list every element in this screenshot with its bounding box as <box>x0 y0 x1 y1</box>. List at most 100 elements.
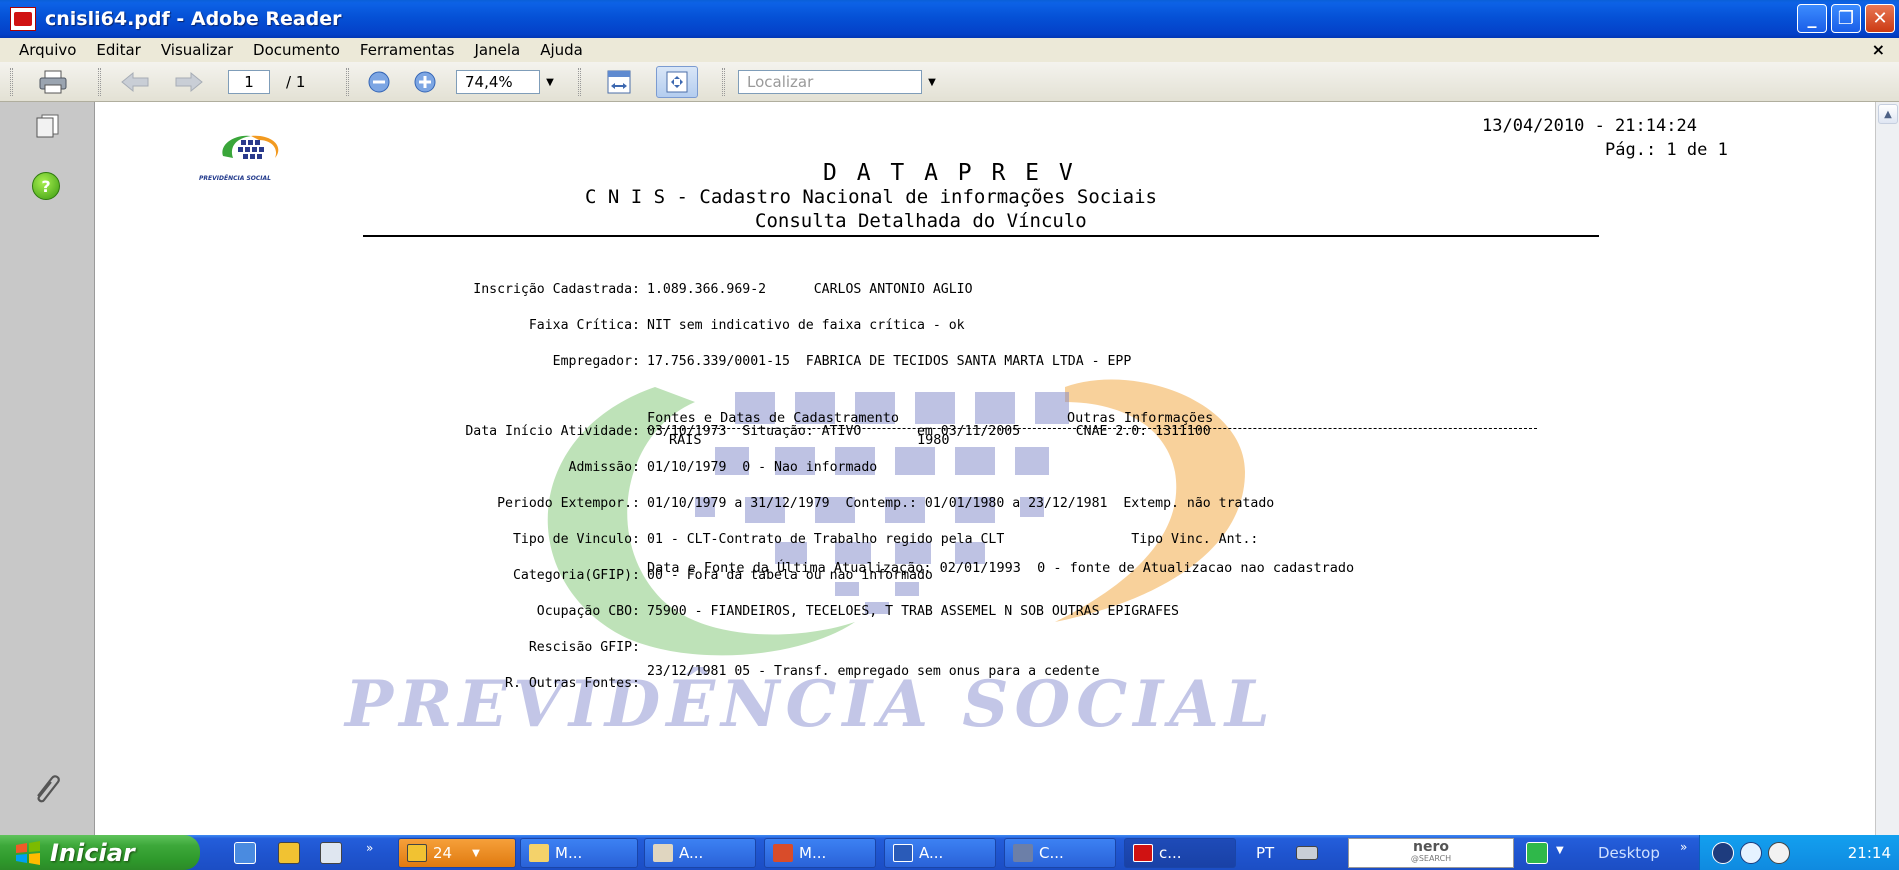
next-page-button[interactable] <box>172 68 206 96</box>
toolbar-grip[interactable] <box>722 68 725 96</box>
menu-editar[interactable]: Editar <box>96 41 140 59</box>
chevron-up-icon: ▲ <box>1884 108 1892 120</box>
field-label: Categoria(GFIP): <box>512 568 640 583</box>
vertical-scrollbar[interactable]: ▲ <box>1875 102 1899 835</box>
chevron-down-icon[interactable]: ▼ <box>1556 845 1564 856</box>
chevron-right-icon[interactable]: » <box>366 841 373 855</box>
search-input[interactable]: Localizar <box>738 70 922 94</box>
pages-panel-button[interactable] <box>34 114 60 138</box>
source-year: 1980 <box>917 432 950 448</box>
printer-icon <box>39 70 67 94</box>
zoom-dropdown-button[interactable]: ▼ <box>540 68 560 96</box>
minimize-button[interactable]: _ <box>1797 4 1827 33</box>
title-rule <box>363 235 1599 237</box>
field-label: Tipo de Vinculo: <box>512 532 640 547</box>
toolbar-grip[interactable] <box>578 68 581 96</box>
field-label: Ocupação CBO: <box>536 604 640 619</box>
source-name: RAIS <box>669 432 702 448</box>
quicklaunch-media-icon[interactable] <box>278 842 300 864</box>
previous-page-button[interactable] <box>118 68 152 96</box>
task-label: 24 <box>433 844 453 862</box>
chevron-right-icon[interactable]: » <box>1680 840 1687 854</box>
task-adobe-reader[interactable]: c... <box>1124 838 1236 868</box>
document-subtitle: Consulta Detalhada do Vínculo <box>755 210 1087 232</box>
task-app-a[interactable]: A... <box>644 838 756 868</box>
field-value: 01/10/1979 0 - Nao informado <box>647 460 878 475</box>
close-button[interactable]: ✕ <box>1865 4 1895 33</box>
menu-janela[interactable]: Janela <box>474 41 520 59</box>
go-arrow-icon[interactable] <box>1526 842 1548 864</box>
quicklaunch-ie-icon[interactable] <box>234 842 256 864</box>
arrow-right-icon <box>175 71 203 93</box>
task-label: c... <box>1159 844 1182 862</box>
menu-arquivo[interactable]: Arquivo <box>19 41 76 59</box>
toolbar-grip[interactable] <box>10 68 13 96</box>
keyboard-icon[interactable] <box>1296 846 1318 860</box>
document-view[interactable]: PREVIDÊNCIA SOCIAL PREVIDÊNCIA SOCIAL 13… <box>95 102 1875 835</box>
fit-page-button[interactable] <box>656 66 698 98</box>
logo-caption: PREVIDÊNCIA SOCIAL <box>199 175 271 182</box>
field-labels: Inscrição Cadastrada: Faixa Crítica: Emp… <box>95 260 640 714</box>
document-org: D A T A P R E V <box>823 160 1076 186</box>
start-button[interactable]: Iniciar <box>0 835 200 870</box>
task-label: A... <box>919 844 944 862</box>
toolbar: 1 / 1 74,4% ▼ Localizar ▼ <box>0 62 1899 102</box>
sources-rule <box>647 428 1537 429</box>
task-label: C... <box>1039 844 1064 862</box>
nero-search-box[interactable]: nero @SEARCH <box>1348 838 1514 868</box>
chevron-down-icon: ▼ <box>546 76 554 88</box>
restore-button[interactable]: ❐ <box>1831 4 1861 33</box>
print-button[interactable] <box>36 68 70 96</box>
field-values: 1.089.366.969-2 CARLOS ANTONIO AGLIO NIT… <box>647 260 1274 702</box>
field-label: Faixa Crítica: <box>528 318 640 333</box>
title-bar: cnisli64.pdf - Adobe Reader _ ❐ ✕ <box>0 0 1899 38</box>
toolbar-grip[interactable] <box>346 68 349 96</box>
task-app-c[interactable]: C... <box>1004 838 1116 868</box>
system-tray: 21:14 <box>1699 835 1899 870</box>
document-page: Pág.: 1 de 1 <box>1605 140 1728 160</box>
menu-documento[interactable]: Documento <box>253 41 340 59</box>
task-folder[interactable]: M... <box>520 838 638 868</box>
field-value: 1.089.366.969-2 CARLOS ANTONIO AGLIO <box>647 282 973 297</box>
tray-mouse-icon[interactable] <box>1768 842 1790 864</box>
fit-width-icon <box>607 70 631 94</box>
last-update: Data e Fonte da Última Atualização: 02/0… <box>647 560 1355 576</box>
windows-flag-icon <box>16 840 40 865</box>
task-group-24[interactable]: 24 ▼ <box>398 838 516 868</box>
task-label: M... <box>555 844 583 862</box>
search-dropdown-button[interactable]: ▼ <box>922 68 942 96</box>
close-document-button[interactable]: × <box>1872 40 1885 59</box>
other-info-header: Outras Informações <box>1067 410 1214 426</box>
language-indicator[interactable]: PT <box>1256 844 1274 862</box>
chevron-down-icon: ▼ <box>472 847 480 859</box>
task-word[interactable]: A... <box>884 838 996 868</box>
document-timestamp: 13/04/2010 - 21:14:24 <box>1482 116 1697 136</box>
menu-ajuda[interactable]: Ajuda <box>540 41 583 59</box>
menu-visualizar[interactable]: Visualizar <box>161 41 233 59</box>
sources-header: Fontes e Datas de Cadastramento <box>647 410 899 426</box>
zoom-input[interactable]: 74,4% <box>456 70 540 94</box>
pdf-icon <box>10 7 36 31</box>
task-app-m[interactable]: M... <box>764 838 876 868</box>
scroll-up-button[interactable]: ▲ <box>1878 104 1898 124</box>
zoom-in-button[interactable] <box>408 68 442 96</box>
toolbar-grip[interactable] <box>98 68 101 96</box>
zoom-out-icon <box>368 71 390 93</box>
chevron-down-icon: ▼ <box>928 76 936 88</box>
attachments-button[interactable] <box>30 770 64 804</box>
clock[interactable]: 21:14 <box>1848 844 1891 862</box>
quicklaunch-desktop-icon[interactable] <box>320 842 342 864</box>
tray-back-icon[interactable] <box>1712 842 1734 864</box>
desktop-toolbar-label[interactable]: Desktop <box>1598 844 1660 862</box>
start-label: Iniciar <box>50 838 135 867</box>
field-value: 75900 - FIANDEIROS, TECELOES, T TRAB ASS… <box>647 604 1179 619</box>
fit-width-button[interactable] <box>602 68 636 96</box>
field-label: Empregador: <box>552 354 640 369</box>
zoom-out-button[interactable] <box>362 68 396 96</box>
page-total: / 1 <box>286 73 306 91</box>
menu-ferramentas[interactable]: Ferramentas <box>360 41 455 59</box>
help-button[interactable]: ? <box>32 172 60 200</box>
field-value: 17.756.339/0001-15 FABRICA DE TECIDOS SA… <box>647 354 1132 369</box>
page-number-input[interactable]: 1 <box>228 70 270 94</box>
tray-audio-icon[interactable] <box>1740 842 1762 864</box>
